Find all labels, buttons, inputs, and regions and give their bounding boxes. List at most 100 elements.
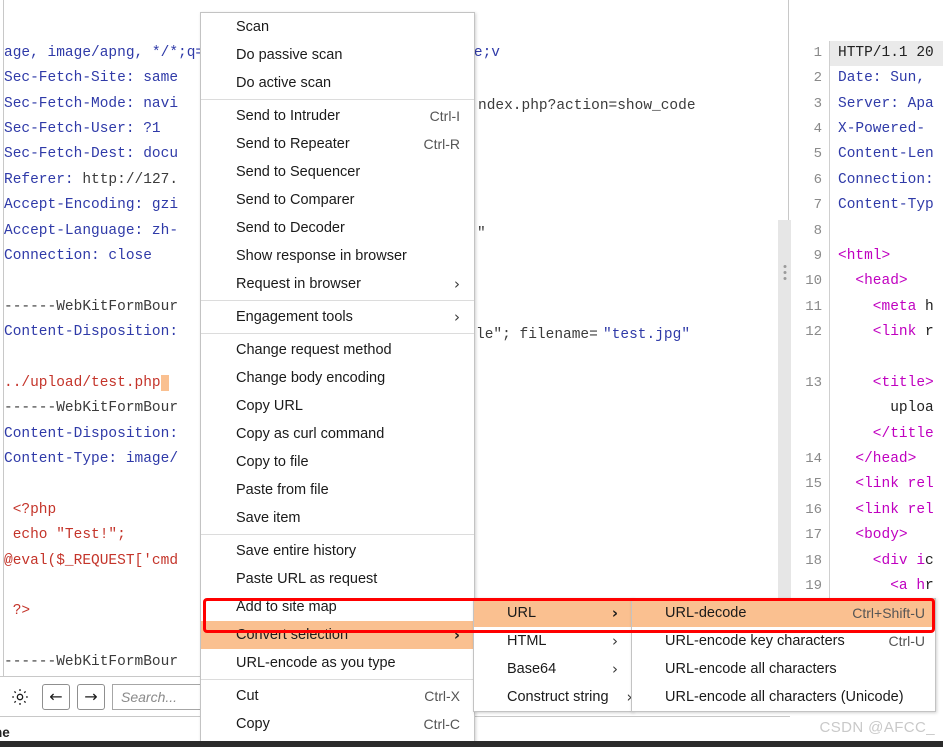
menu-item-url[interactable]: URL ›	[474, 599, 632, 627]
status-text: ne	[0, 724, 10, 740]
menu-item-send-to-decoder[interactable]: Send to Decoder	[201, 214, 474, 242]
menu-item-url-encode-all-characters-unicode[interactable]: URL-encode all characters (Unicode)	[632, 683, 935, 711]
response-line: 14 </head>	[795, 447, 943, 473]
code-token: </head>	[838, 451, 917, 468]
menu-item-url-encode-key-characters[interactable]: URL-encode key characters Ctrl-U	[632, 627, 935, 655]
menu-item-label: Do passive scan	[236, 47, 343, 63]
line-number: 4	[813, 120, 822, 137]
menu-item-html[interactable]: HTML ›	[474, 627, 632, 655]
code-token: <link	[838, 324, 926, 341]
response-editor-pane[interactable]: 1 HTTP/1.1 20 2 Date: Sun, 3 Server: Apa 4 X-Po…	[795, 0, 943, 680]
search-next-button[interactable]: →	[77, 683, 105, 710]
code-token: <body>	[838, 527, 908, 544]
menu-item-label: Engagement tools	[236, 309, 353, 325]
code-token: ?>	[4, 603, 31, 620]
menu-item-send-to-sequencer[interactable]: Send to Sequencer	[201, 158, 474, 186]
menu-item-change-body-encoding[interactable]: Change body encoding	[201, 364, 474, 392]
menu-item-send-to-comparer[interactable]: Send to Comparer	[201, 186, 474, 214]
menu-item-url-encode-all-characters[interactable]: URL-encode all characters	[632, 655, 935, 683]
line-number: 3	[813, 95, 822, 112]
menu-item-label: Cut	[236, 688, 259, 704]
code-token: Sec-Fetch-Mode: navi	[4, 95, 179, 112]
response-line: 3 Server: Apa	[795, 91, 943, 117]
convert-selection-submenu[interactable]: URL › HTML › Base64 › Construct string ›	[473, 598, 633, 712]
menu-item-url-encode-as-you-type[interactable]: URL-encode as you type	[201, 649, 474, 677]
menu-item-copy[interactable]: Copy Ctrl-C	[201, 710, 474, 738]
menu-item-do-active-scan[interactable]: Do active scan	[201, 69, 474, 97]
response-code: <body>	[829, 523, 943, 549]
response-code: <div ic	[829, 548, 943, 575]
menu-item-shortcut: Ctrl-C	[423, 716, 460, 732]
menu-item-do-passive-scan[interactable]: Do passive scan	[201, 41, 474, 69]
response-code	[829, 218, 943, 244]
code-token: Content-Type: image/	[4, 451, 179, 468]
response-line: 6 Connection:	[795, 167, 943, 194]
search-prev-button[interactable]: ←	[42, 683, 70, 710]
code-token: <div i	[838, 552, 926, 569]
menu-item-show-response-in-browser[interactable]: Show response in browser	[201, 242, 474, 270]
menu-separator	[201, 333, 474, 334]
menu-item-label: Send to Intruder	[236, 108, 340, 124]
menu-item-label: Convert selection	[236, 627, 349, 643]
code-token: h	[925, 298, 934, 315]
response-line: 2 Date: Sun,	[795, 66, 943, 92]
menu-item-copy-url[interactable]: Copy URL	[201, 392, 474, 420]
line-number: 14	[805, 451, 822, 468]
response-line: 9 <html>	[795, 243, 943, 270]
code-token: <html>	[838, 247, 891, 264]
menu-item-paste-url-as-request[interactable]: Paste URL as request	[201, 565, 474, 593]
response-line: 7 Content-Typ	[795, 193, 943, 219]
menu-item-copy-as-curl-command[interactable]: Copy as curl command	[201, 420, 474, 448]
code-token: Accept-Encoding: gzi	[4, 197, 179, 214]
menu-item-base64[interactable]: Base64 ›	[474, 655, 632, 683]
menu-item-add-to-site-map[interactable]: Add to site map	[201, 593, 474, 621]
menu-item-label: Send to Comparer	[236, 192, 355, 208]
menu-item-cut[interactable]: Cut Ctrl-X	[201, 682, 474, 710]
line-number: 19	[805, 578, 822, 595]
code-token: Connection: close	[4, 247, 152, 264]
menu-item-label: Copy	[236, 716, 270, 732]
code-token: </title	[838, 425, 934, 442]
context-menu[interactable]: Scan Do passive scan Do active scan Send to…	[200, 12, 475, 747]
menu-item-label: URL-decode	[665, 605, 747, 621]
menu-item-change-request-method[interactable]: Change request method	[201, 336, 474, 364]
menu-item-construct-string[interactable]: Construct string ›	[474, 683, 633, 711]
response-line: uploa	[795, 396, 943, 422]
pane-splitter[interactable]	[778, 220, 791, 620]
menu-item-convert-selection[interactable]: Convert selection ›	[201, 621, 474, 649]
line-number: 17	[805, 527, 822, 544]
line-number	[795, 346, 829, 371]
menu-item-send-to-repeater[interactable]: Send to Repeater Ctrl-R	[201, 130, 474, 158]
response-line: 17 <body>	[795, 523, 943, 549]
line-number: 7	[813, 197, 822, 214]
code-token: <head>	[838, 273, 908, 290]
menu-item-scan[interactable]: Scan	[201, 13, 474, 41]
menu-item-url-decode[interactable]: URL-decode Ctrl+Shift-U	[632, 599, 935, 627]
url-conversion-submenu[interactable]: URL-decode Ctrl+Shift-U URL-encode key cha…	[631, 598, 936, 712]
code-token: ------WebKitFormBour	[4, 298, 179, 315]
line-number: 9	[813, 247, 822, 264]
menu-item-label: URL-encode all characters	[665, 661, 837, 677]
gear-icon[interactable]	[5, 682, 35, 711]
menu-item-request-in-browser[interactable]: Request in browser ›	[201, 270, 474, 298]
response-text: 1 HTTP/1.1 20 2 Date: Sun, 3 Server: Apa 4 X-Po…	[795, 40, 943, 680]
arrow-right-icon: →	[84, 687, 98, 706]
response-code: <link r	[829, 320, 943, 346]
menu-item-copy-to-file[interactable]: Copy to file	[201, 448, 474, 476]
line-number	[795, 396, 829, 421]
menu-item-save-entire-history[interactable]: Save entire history	[201, 537, 474, 565]
menu-item-paste-from-file[interactable]: Paste from file	[201, 476, 474, 504]
line-number: 15	[805, 476, 822, 493]
menu-item-label: Show response in browser	[236, 248, 407, 264]
menu-item-label: Copy as curl command	[236, 426, 385, 442]
menu-item-label: Scan	[236, 19, 270, 35]
code-token: Date: Sun,	[838, 70, 926, 87]
request-line-fragment: "	[477, 226, 486, 242]
request-line-fragment: le"; filename=	[476, 327, 598, 343]
code-token: <title>	[838, 374, 934, 391]
menu-item-save-item[interactable]: Save item	[201, 504, 474, 532]
code-token	[160, 374, 170, 391]
menu-item-engagement-tools[interactable]: Engagement tools ›	[201, 303, 474, 331]
menu-item-send-to-intruder[interactable]: Send to Intruder Ctrl-I	[201, 102, 474, 130]
code-token: @eval($_REQUEST['cmd	[4, 552, 179, 569]
